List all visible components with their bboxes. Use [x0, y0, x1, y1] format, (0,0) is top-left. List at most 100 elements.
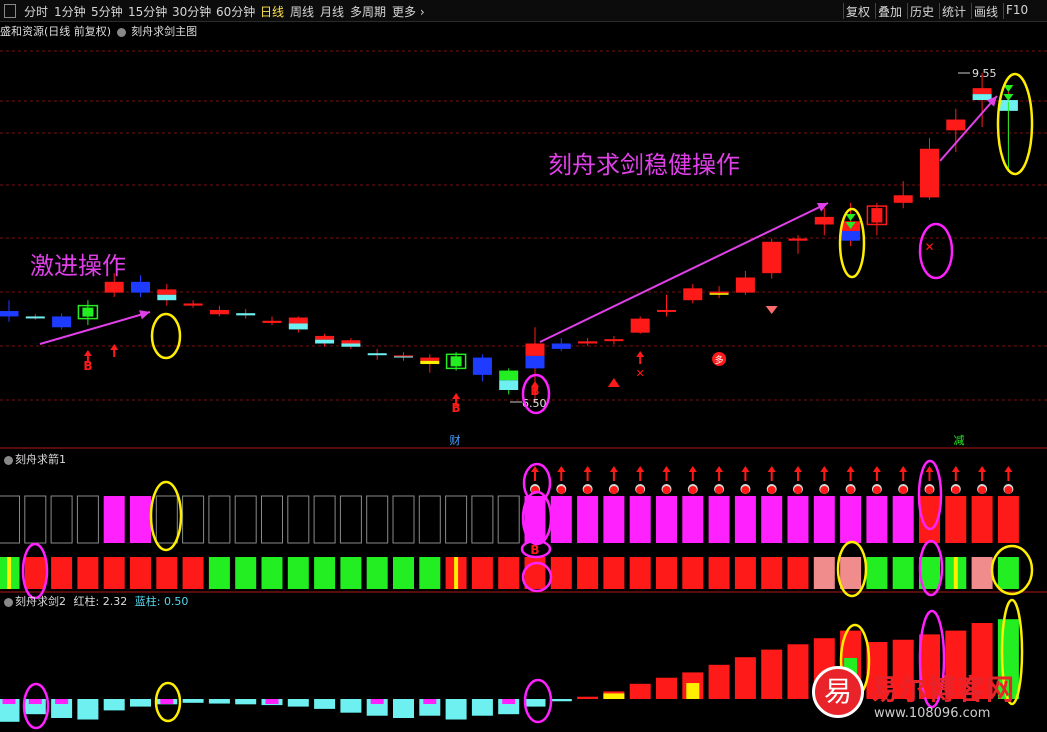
arrow-up-icon — [1004, 466, 1013, 481]
candle-body-lower — [709, 293, 729, 295]
signal-bar-top — [603, 496, 625, 543]
toolbar-button-3[interactable]: 统计 — [942, 3, 966, 20]
period-tab-2[interactable]: 5分钟 — [91, 3, 123, 20]
toolbar-separator — [1003, 3, 1004, 19]
candle-body — [762, 241, 782, 274]
period-tab-1[interactable]: 1分钟 — [54, 3, 86, 20]
period-tab-10[interactable]: 更多 › — [392, 3, 425, 20]
period-tab-3[interactable]: 15分钟 — [128, 3, 167, 20]
ball-inner — [609, 486, 618, 494]
signal-bar-top — [682, 496, 704, 543]
arrow-up-icon — [794, 466, 802, 481]
candle-inner — [871, 208, 883, 223]
panel-layout-icon[interactable] — [4, 4, 16, 18]
candle-body — [209, 309, 229, 315]
signal-bar-bottom — [550, 557, 572, 589]
period-tab-7[interactable]: 周线 — [290, 3, 314, 20]
arrow-up-icon — [636, 466, 645, 481]
ball-inner — [688, 486, 697, 494]
candle-body — [341, 340, 361, 344]
period-tab-0[interactable]: 分时 — [24, 3, 48, 20]
cai-marker: 财 — [450, 433, 461, 447]
signal-bar-top — [761, 496, 783, 543]
ball-inner — [583, 486, 592, 494]
candle-body-lower — [341, 343, 361, 347]
momentum-bar — [103, 699, 125, 711]
candle-body — [262, 320, 282, 323]
candle-body — [183, 303, 203, 306]
price-chart[interactable]: BBB✕多✕9.556.50财减 B 激进操作 刻舟求剑稳健操作 — [0, 22, 1047, 732]
panel2-dropdown-icon[interactable] — [4, 455, 13, 465]
signal-bar-top — [366, 495, 389, 544]
signal-bar-marker — [953, 557, 958, 589]
arrow-up-icon — [925, 466, 934, 481]
arrow-up-icon — [688, 466, 697, 481]
momentum-bar — [708, 664, 730, 699]
period-tab-9[interactable]: 多周期 — [350, 3, 386, 20]
momentum-bar-cap — [423, 699, 437, 704]
period-tab-6[interactable]: 日线 — [260, 3, 284, 20]
toolbar-button-4[interactable]: 画线 — [974, 3, 998, 20]
toolbar-button-5[interactable]: F10 — [1006, 3, 1028, 17]
period-tab-5[interactable]: 60分钟 — [216, 3, 255, 20]
signal-bar-top — [208, 495, 231, 544]
momentum-bar-cap — [28, 699, 42, 704]
signal-bar-bottom — [419, 557, 441, 589]
signal-bar-bottom — [24, 557, 46, 589]
arrow-up-icon — [820, 466, 829, 481]
candle-inner — [82, 307, 94, 317]
period-toolbar: 分时 1分钟 5分钟 15分钟 30分钟 60分钟 日线 周线 月线 多周期 更多 › F10 画线 统计… — [0, 0, 1047, 22]
panel3-dropdown-icon[interactable] — [4, 597, 13, 607]
momentum-bar — [734, 657, 756, 699]
panel2-title: 刻舟求箭1 — [2, 451, 66, 467]
ball-inner — [767, 486, 776, 494]
annotation-steady: 刻舟求剑稳健操作 — [548, 151, 740, 179]
buy-signal-b: B — [530, 384, 539, 398]
candle-body — [25, 316, 45, 319]
ball-inner — [846, 486, 855, 494]
signal-bar-top — [261, 495, 283, 544]
momentum-bar — [393, 699, 414, 718]
toolbar-button-0[interactable]: 复权 — [846, 3, 870, 20]
toolbar-separator — [971, 3, 972, 19]
signal-bar-bottom — [892, 557, 914, 589]
signal-bar-top — [866, 496, 888, 543]
signal-bar-top — [471, 495, 494, 544]
momentum-bar — [656, 677, 677, 699]
period-tab-8[interactable]: 月线 — [320, 3, 344, 20]
ball-inner — [662, 486, 671, 494]
signal-bar-bottom — [603, 557, 625, 589]
momentum-bar — [471, 699, 493, 716]
blue-bar-label: 蓝柱: — [134, 595, 161, 608]
signal-bar-top — [577, 496, 599, 543]
toolbar-button-1[interactable]: 叠加 — [878, 3, 902, 20]
signal-bar-bottom — [787, 557, 809, 589]
buy-signal-b: B — [83, 359, 92, 373]
candle-body — [735, 277, 755, 293]
candle-body — [893, 195, 913, 203]
momentum-bar — [445, 699, 467, 720]
ball-inner — [636, 486, 645, 494]
toolbar-button-2[interactable]: 历史 — [910, 3, 934, 20]
ball-inner — [978, 486, 987, 494]
candle-inner — [450, 356, 462, 367]
signal-bar-bottom — [314, 557, 336, 589]
momentum-bar-cap — [55, 699, 69, 704]
butterfly-icon: ✕ — [924, 240, 934, 254]
signal-bar-top — [103, 496, 125, 543]
signal-bar-top — [234, 495, 257, 544]
watermark-url: www.108096.com — [874, 706, 991, 721]
candle-body-lower — [157, 294, 177, 301]
candle-body — [578, 341, 598, 344]
signal-bar-top — [418, 495, 441, 544]
highlight-oval — [996, 72, 1034, 176]
signal-bar-bottom — [130, 557, 151, 589]
ball-inner — [951, 486, 960, 494]
arrow-up-icon — [899, 466, 908, 481]
candle-body — [315, 335, 335, 340]
signal-bar-bottom — [77, 557, 99, 589]
period-tab-4[interactable]: 30分钟 — [172, 3, 211, 20]
candle-body — [394, 355, 413, 357]
signal-bar-bottom — [182, 557, 204, 589]
candle-body — [288, 317, 308, 324]
